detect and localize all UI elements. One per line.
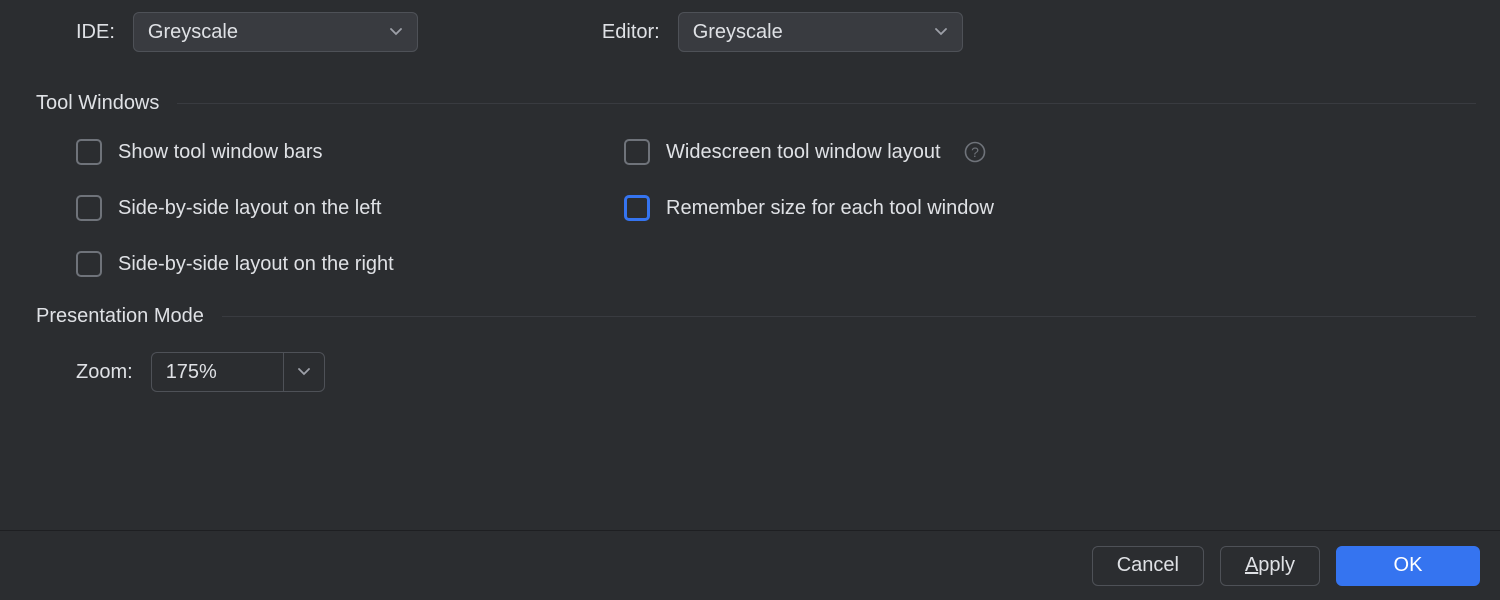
ok-button[interactable]: OK <box>1336 546 1480 586</box>
svg-text:?: ? <box>971 144 979 160</box>
editor-dropdown-value: Greyscale <box>693 21 783 44</box>
tool-windows-section-title: Tool Windows <box>36 92 159 115</box>
section-divider <box>177 103 1476 104</box>
side-by-side-left-label[interactable]: Side-by-side layout on the left <box>118 197 382 220</box>
zoom-label: Zoom: <box>76 361 133 384</box>
cancel-button[interactable]: Cancel <box>1092 546 1204 586</box>
ide-label: IDE: <box>76 21 115 44</box>
editor-label: Editor: <box>602 21 660 44</box>
apply-rest: pply <box>1258 554 1295 577</box>
remember-size-label[interactable]: Remember size for each tool window <box>666 197 994 220</box>
presentation-mode-section-title: Presentation Mode <box>36 305 204 328</box>
show-tool-window-bars-label[interactable]: Show tool window bars <box>118 141 323 164</box>
zoom-combo[interactable]: 175% <box>151 352 325 392</box>
ide-dropdown-value: Greyscale <box>148 21 238 44</box>
ide-dropdown[interactable]: Greyscale <box>133 12 418 52</box>
apply-button[interactable]: Apply <box>1220 546 1320 586</box>
side-by-side-right-label[interactable]: Side-by-side layout on the right <box>118 253 394 276</box>
help-icon[interactable]: ? <box>963 140 987 164</box>
apply-mnemonic: A <box>1245 554 1258 577</box>
dialog-footer: Cancel Apply OK <box>0 530 1500 600</box>
widescreen-layout-checkbox[interactable] <box>624 139 650 165</box>
show-tool-window-bars-checkbox[interactable] <box>76 139 102 165</box>
remember-size-checkbox[interactable] <box>624 195 650 221</box>
zoom-dropdown-button[interactable] <box>283 352 325 392</box>
widescreen-layout-label[interactable]: Widescreen tool window layout <box>666 141 941 164</box>
zoom-input[interactable]: 175% <box>151 352 283 392</box>
section-divider <box>222 316 1476 317</box>
editor-dropdown[interactable]: Greyscale <box>678 12 963 52</box>
chevron-down-icon <box>934 25 948 39</box>
side-by-side-left-checkbox[interactable] <box>76 195 102 221</box>
chevron-down-icon <box>389 25 403 39</box>
side-by-side-right-checkbox[interactable] <box>76 251 102 277</box>
